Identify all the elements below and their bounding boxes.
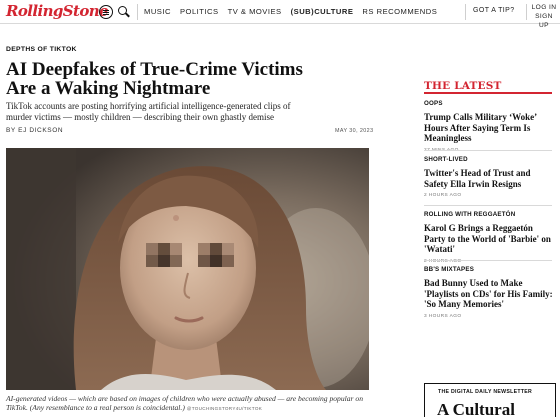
caption-text: AI-generated videos — which are based on… xyxy=(6,394,363,412)
nav-divider xyxy=(465,4,466,20)
story-title[interactable]: Karol G Brings a Reggaetón Party to the … xyxy=(424,223,556,255)
newsletter-label: THE DIGITAL DAILY NEWSLETTER xyxy=(438,389,533,395)
story-divider xyxy=(424,150,552,151)
story-category: BB'S MIXTAPES xyxy=(424,266,475,273)
latest-story[interactable]: SHORT-LIVED Twitter's Head of Trust and … xyxy=(424,156,556,198)
latest-section-title: THE LATEST xyxy=(424,80,502,92)
nav-link-tv-movies[interactable]: TV & MOVIES xyxy=(228,7,282,16)
story-title[interactable]: Twitter's Head of Trust and Safety Ella … xyxy=(424,168,556,189)
latest-story[interactable]: OOPS Trump Calls Military ‘Woke’ Hours A… xyxy=(424,100,556,153)
story-time: 3 HOURS AGO xyxy=(424,313,462,319)
article-kicker[interactable]: DEPTHS OF TIKTOK xyxy=(6,46,77,53)
nav-link-music[interactable]: MUSIC xyxy=(144,7,171,16)
story-category: SHORT-LIVED xyxy=(424,156,468,163)
hero-image xyxy=(6,148,369,390)
latest-divider xyxy=(424,92,552,94)
primary-nav: MUSIC POLITICS TV & MOVIES (SUB)CULTURE … xyxy=(144,7,437,16)
login-link[interactable]: LOG IN xyxy=(530,3,558,12)
nav-divider xyxy=(137,4,138,20)
nav-link-rs-recommends[interactable]: RS RECOMMENDS xyxy=(362,7,437,16)
menu-icon[interactable] xyxy=(99,5,113,19)
story-title[interactable]: Trump Calls Military ‘Woke’ Hours After … xyxy=(424,112,556,144)
article-headline: AI Deepfakes of True-Crime Victims Are a… xyxy=(6,59,303,99)
article-dek: TikTok accounts are posting horrifying a… xyxy=(6,101,291,122)
rolling-stone-logo[interactable]: RollingStone xyxy=(6,2,109,20)
article-date: MAY 30, 2023 xyxy=(335,128,374,134)
story-divider xyxy=(424,260,552,261)
article-byline[interactable]: BY EJ DICKSON xyxy=(6,127,63,134)
nav-link-subculture[interactable]: (SUB)CULTURE xyxy=(291,7,354,16)
top-navigation: RollingStone MUSIC POLITICS TV & MOVIES … xyxy=(0,0,560,29)
story-time: 2 HOURS AGO xyxy=(424,193,462,198)
newsletter-title: A Cultural xyxy=(437,400,515,417)
story-divider xyxy=(424,205,552,206)
newsletter-promo[interactable]: THE DIGITAL DAILY NEWSLETTER A Cultural xyxy=(424,383,556,417)
image-credit: @TOUCHINGSTORY4U/TIKTOK xyxy=(186,406,263,411)
account-links: LOG IN SIGN UP xyxy=(530,3,558,30)
story-category: ROLLING WITH REGGAETÓN xyxy=(424,211,516,218)
story-title[interactable]: Bad Bunny Used to Make 'Playlists on CDs… xyxy=(424,278,556,310)
latest-story[interactable]: ROLLING WITH REGGAETÓN Karol G Brings a … xyxy=(424,211,556,264)
ai-girl-portrait-image xyxy=(6,148,369,390)
image-caption: AI-generated videos — which are based on… xyxy=(6,394,376,413)
story-category: OOPS xyxy=(424,100,443,107)
nav-link-politics[interactable]: POLITICS xyxy=(180,7,219,16)
got-a-tip-link[interactable]: GOT A TIP? xyxy=(473,7,514,14)
latest-story[interactable]: BB'S MIXTAPES Bad Bunny Used to Make 'Pl… xyxy=(424,266,556,319)
search-icon[interactable] xyxy=(117,5,131,19)
signup-link[interactable]: SIGN UP xyxy=(530,12,558,30)
nav-divider xyxy=(526,4,527,20)
